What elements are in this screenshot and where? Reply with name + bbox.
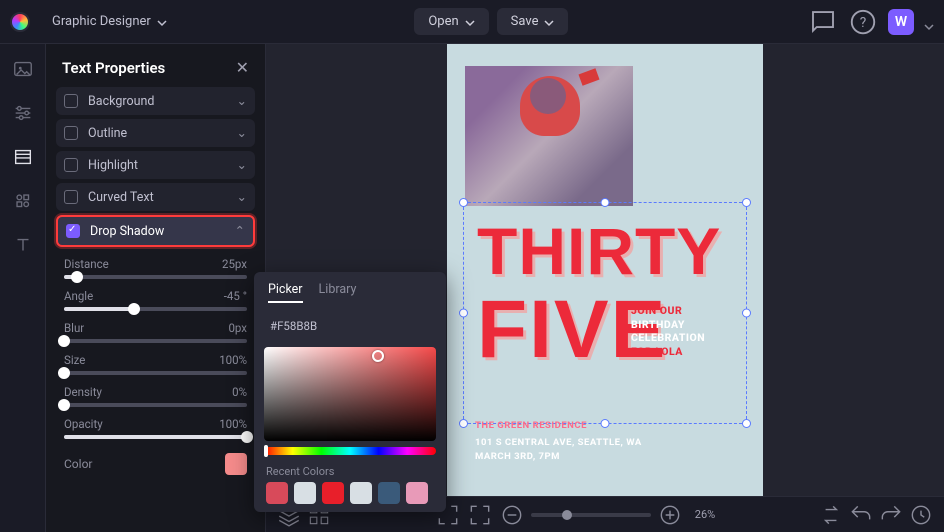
tab-picker[interactable]: Picker [268,282,303,303]
sv-cursor[interactable] [372,350,384,362]
chevron-down-icon [544,17,554,27]
recent-color-swatch[interactable] [294,482,316,504]
shadow-color-swatch[interactable] [225,453,247,475]
resize-handle[interactable] [742,198,751,207]
elements-tool-icon[interactable] [12,190,34,212]
color-label: Color [64,457,92,471]
slider-angle[interactable]: Angle-45 ° [64,289,247,311]
design-page[interactable]: THIRTY FIVE JOIN OUR BIRTHDAY CELEBRATIO… [447,44,763,500]
user-avatar[interactable]: W [888,9,914,35]
resize-handle[interactable] [459,419,468,428]
adjust-tool-icon[interactable] [12,102,34,124]
headline-line1[interactable]: THIRTY [477,224,721,278]
text-selection[interactable]: THIRTY FIVE JOIN OUR BIRTHDAY CELEBRATIO… [465,204,745,422]
svg-text:?: ? [860,15,867,31]
checkbox[interactable] [64,190,78,204]
section-highlight[interactable]: Highlight⌄ [56,151,255,179]
slider-size[interactable]: Size100% [64,353,247,375]
recent-color-swatch[interactable] [322,482,344,504]
chevron-down-icon [157,17,167,27]
slider-distance[interactable]: Distance25px [64,257,247,279]
chevron-down-icon: ⌄ [237,93,247,109]
text-tool-icon[interactable] [12,234,34,256]
panel-title: Text Properties [62,59,165,77]
recent-colors-row [254,482,446,504]
section-drop-shadow[interactable]: Drop Shadow⌃ [56,215,255,247]
save-label: Save [511,14,539,29]
checkbox[interactable] [64,126,78,140]
resize-handle[interactable] [742,309,751,318]
mode-label: Graphic Designer [52,14,151,29]
app-logo[interactable] [10,12,30,32]
section-outline[interactable]: Outline⌄ [56,119,255,147]
help-icon[interactable]: ? [848,7,878,37]
section-background[interactable]: Background⌄ [56,87,255,115]
chat-icon[interactable] [808,7,838,37]
hue-thumb[interactable] [264,445,268,457]
layout-tool-icon[interactable] [12,146,34,168]
chevron-down-icon: ⌄ [237,157,247,173]
section-curved-text[interactable]: Curved Text⌄ [56,183,255,211]
tab-library[interactable]: Library [319,282,357,303]
open-label: Open [428,14,458,29]
checkbox-checked[interactable] [66,224,80,238]
color-picker-popover: Picker Library Recent Colors [254,272,446,512]
properties-panel: Text Properties ✕ Background⌄ Outline⌄ H… [46,44,266,532]
recent-color-swatch[interactable] [378,482,400,504]
cycle-icon[interactable] [818,502,844,528]
hex-input[interactable] [270,319,425,333]
resize-handle[interactable] [601,198,610,207]
chevron-down-icon [465,17,475,27]
actual-size-icon[interactable] [467,502,493,528]
zoom-slider[interactable] [531,513,651,517]
left-rail [0,44,46,532]
checkbox[interactable] [64,94,78,108]
chevron-down-icon[interactable] [924,17,934,27]
chevron-down-icon: ⌄ [237,125,247,141]
save-button[interactable]: Save [497,8,569,35]
mode-selector[interactable]: Graphic Designer [44,10,175,33]
slider-opacity[interactable]: Opacity100% [64,417,247,439]
saturation-value-picker[interactable] [264,347,436,441]
resize-handle[interactable] [742,419,751,428]
redo-icon[interactable] [878,502,904,528]
recent-color-swatch[interactable] [350,482,372,504]
hero-photo[interactable] [465,66,633,206]
slider-density[interactable]: Density0% [64,385,247,407]
footer-text[interactable]: THE GREEN RESIDENCE 101 S CENTRAL AVE, S… [475,419,642,464]
image-tool-icon[interactable] [12,58,34,80]
slider-blur[interactable]: Blur0px [64,321,247,343]
chevron-up-icon: ⌃ [235,223,245,239]
recent-color-swatch[interactable] [406,482,428,504]
recent-color-swatch[interactable] [266,482,288,504]
resize-handle[interactable] [459,198,468,207]
hue-slider[interactable] [264,447,436,455]
resize-handle[interactable] [459,309,468,318]
zoom-out-icon[interactable] [499,502,525,528]
zoom-thumb[interactable] [562,510,572,520]
undo-icon[interactable] [848,502,874,528]
open-button[interactable]: Open [414,8,488,35]
recent-colors-label: Recent Colors [254,459,446,482]
chevron-down-icon: ⌄ [237,189,247,205]
zoom-in-icon[interactable] [657,502,683,528]
checkbox[interactable] [64,158,78,172]
history-icon[interactable] [908,502,934,528]
cta-text[interactable]: JOIN OUR BIRTHDAY CELEBRATION FOR LOLA [631,304,705,359]
close-icon[interactable]: ✕ [236,58,249,77]
zoom-value[interactable]: 26% [695,508,715,521]
